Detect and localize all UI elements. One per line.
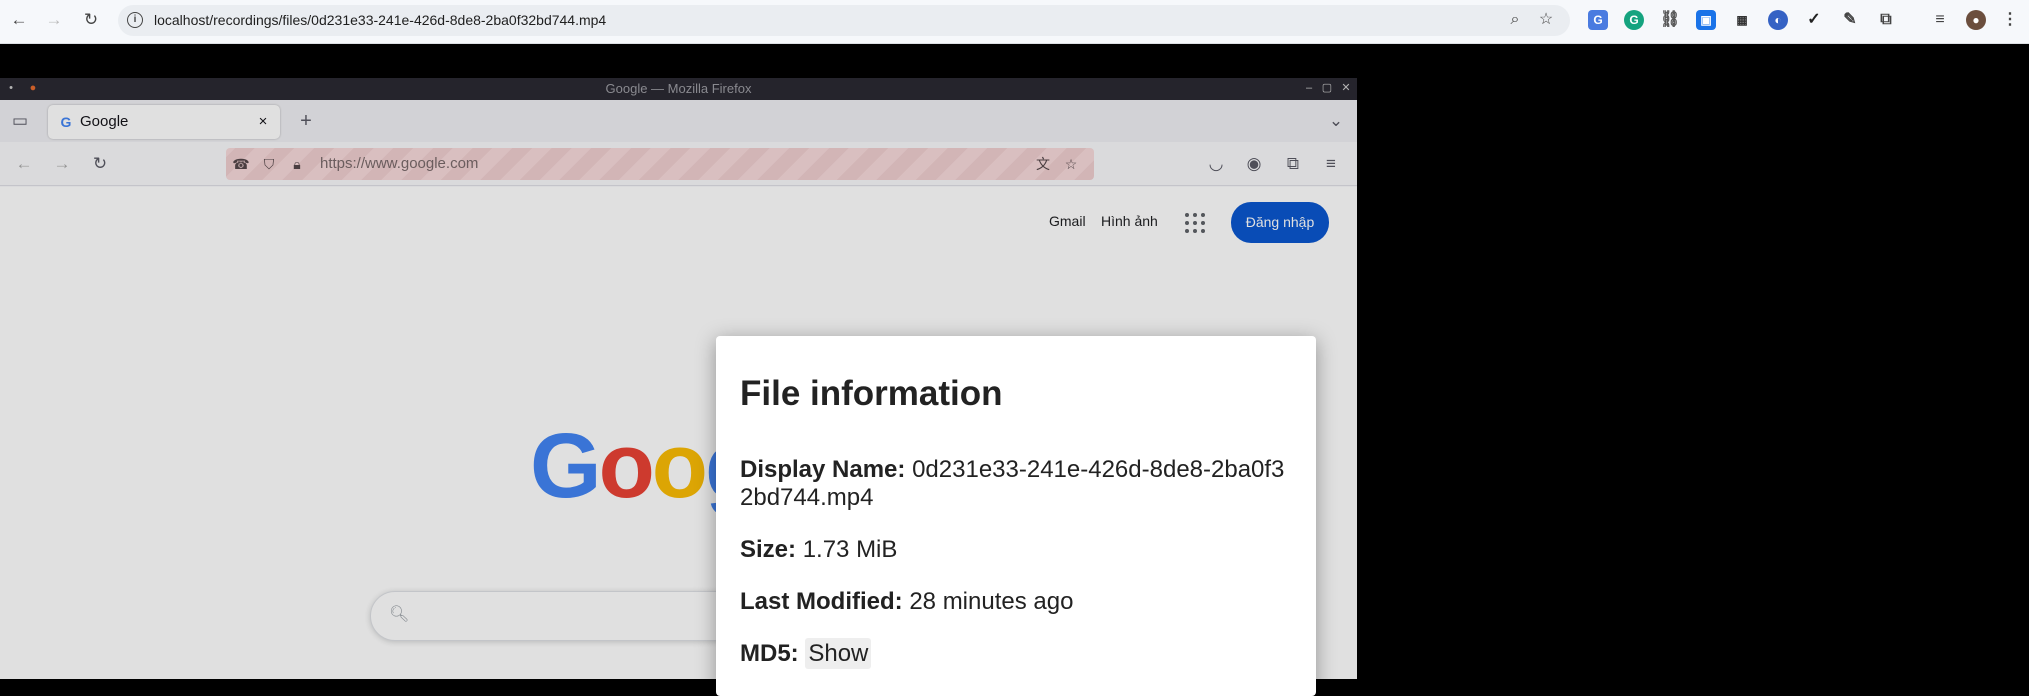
bookmark-star-icon[interactable]: ☆	[1535, 9, 1557, 31]
extensions-puzzle-icon[interactable]: ⧉	[1876, 10, 1896, 30]
display-name-row: Display Name: 0d231e33-241e-426d-8de8-2b…	[740, 456, 1292, 512]
last-modified-label: Last Modified:	[740, 588, 903, 615]
last-modified-value: 28 minutes ago	[909, 588, 1074, 615]
md5-row: MD5: Show	[740, 638, 1292, 669]
last-modified-row: Last Modified: 28 minutes ago	[740, 588, 1292, 616]
md5-show-button[interactable]: Show	[805, 638, 872, 669]
translate-extension-icon[interactable]: G	[1588, 10, 1608, 30]
file-info-modal: File information Display Name: 0d231e33-…	[716, 336, 1316, 696]
zoom-icon[interactable]: ⌕	[1504, 9, 1526, 31]
link-extension-icon[interactable]: ⛓	[1660, 10, 1680, 30]
display-name-label: Display Name:	[740, 456, 906, 483]
profile-avatar[interactable]: ●	[1966, 10, 1986, 30]
size-label: Size:	[740, 536, 797, 563]
reload-icon[interactable]: ↻	[80, 9, 102, 31]
screen-extension-icon[interactable]: ▣	[1696, 10, 1716, 30]
site-info-icon[interactable]: i	[127, 12, 143, 28]
chrome-menu-icon[interactable]: ⋮	[2000, 10, 2020, 30]
pen-extension-icon[interactable]: ✎	[1840, 10, 1860, 30]
size-row: Size: 1.73 MiB	[740, 536, 1292, 564]
md5-label: MD5:	[740, 640, 799, 667]
grammarly-extension-icon[interactable]: G	[1624, 10, 1644, 30]
back-icon[interactable]: ←	[8, 9, 30, 31]
forward-icon[interactable]: →	[43, 9, 65, 31]
modal-title: File information	[740, 374, 1003, 413]
size-value: 1.73 MiB	[802, 536, 898, 563]
account-extension-icon[interactable]: ◐	[1768, 10, 1788, 30]
address-url[interactable]: localhost/recordings/files/0d231e33-241e…	[154, 5, 606, 36]
reading-list-icon[interactable]: ≡	[1930, 10, 1950, 30]
qr-extension-icon[interactable]: ▦	[1732, 10, 1752, 30]
check-extension-icon[interactable]: ✓	[1804, 10, 1824, 30]
address-bar[interactable]: i localhost/recordings/files/0d231e33-24…	[118, 5, 1570, 36]
chrome-toolbar: ← → ↻ i localhost/recordings/files/0d231…	[0, 0, 2029, 44]
